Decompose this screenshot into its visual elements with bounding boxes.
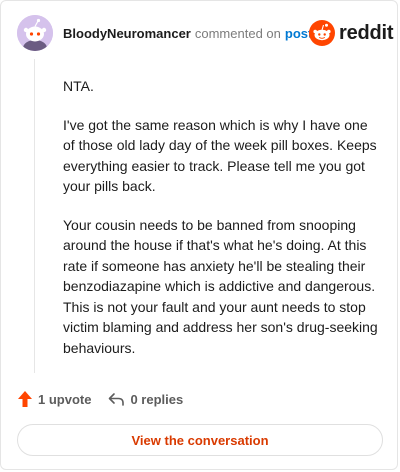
reply-arrow-icon [109,393,125,406]
upvote-button[interactable]: 1 upvote [17,390,91,408]
comment-body: NTA. I've got the same reason which is w… [63,76,383,376]
comment-embed-card: BloodyNeuromancer commented on post reddit… [0,0,398,470]
reddit-snoo-icon [309,20,335,46]
thread-line[interactable] [34,59,35,373]
upvote-count: 1 upvote [38,391,92,407]
replies-button[interactable]: 0 replies [107,391,183,407]
reddit-wordmark: reddit [339,21,394,44]
snoo-avatar-icon [17,15,53,51]
comment-paragraph: Your cousin needs to be banned from snoo… [63,216,378,356]
view-conversation-button[interactable]: View the conversation [17,424,383,456]
comment-actions: 1 upvote 0 replies [17,390,183,408]
comment-paragraph: I've got the same reason which is why I … [63,116,377,195]
comment-paragraph: NTA. [63,78,94,94]
username[interactable]: BloodyNeuromancer [63,26,191,41]
commented-on-text: commented on [194,26,281,41]
replies-count: 0 replies [130,391,184,407]
avatar[interactable] [17,15,53,51]
comment-header: BloodyNeuromancer commented on post [63,26,312,41]
reddit-logo[interactable]: reddit [309,19,394,47]
upvote-arrow-icon [18,391,32,407]
